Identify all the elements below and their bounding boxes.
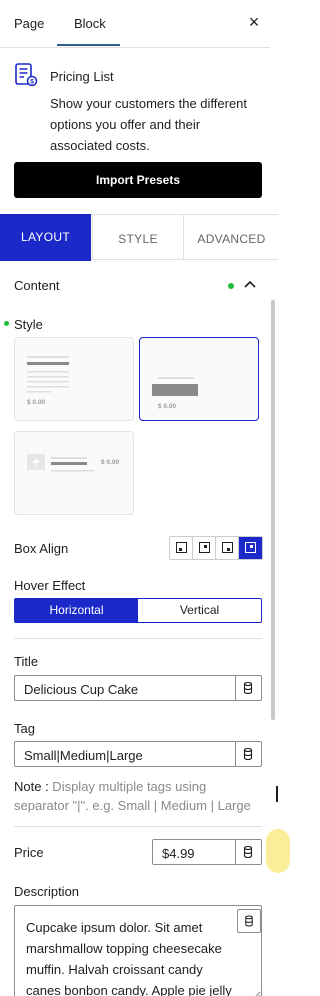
dynamic-data-button[interactable] [235, 742, 261, 766]
price-label: Price [14, 845, 44, 860]
preset-3-thumbnail: $ 0.00 [27, 454, 119, 472]
align-dot-icon [227, 548, 230, 551]
tab-layout[interactable]: LAYOUT [0, 214, 91, 261]
tab-page[interactable]: Page [14, 16, 44, 31]
style-label: Style [14, 317, 43, 332]
title-field[interactable]: Delicious Cup Cake [14, 675, 262, 701]
close-icon[interactable]: × [246, 12, 262, 32]
align-dot-icon [179, 548, 182, 551]
hover-horizontal-button[interactable]: Horizontal [15, 599, 138, 622]
tab-style[interactable]: STYLE [92, 215, 184, 260]
tag-value: Small|Medium|Large [24, 748, 143, 763]
database-icon [243, 845, 253, 859]
align-dot-icon [204, 545, 207, 548]
style-preset-1[interactable]: $ 0.00 [14, 337, 134, 421]
preset-1-thumbnail: $ 0.00 [27, 356, 69, 406]
active-tab-indicator [57, 44, 120, 46]
scrollbar-thumb[interactable] [271, 300, 275, 720]
tag-note-label: Note : [14, 779, 49, 794]
block-description: Show your customers the different option… [50, 96, 248, 153]
align-top-right-button[interactable] [193, 537, 216, 559]
dynamic-data-button[interactable] [235, 840, 261, 864]
content-section-toggle[interactable]: Content [14, 278, 60, 293]
cursor-highlight [266, 829, 290, 873]
divider [14, 638, 262, 639]
status-dot [4, 321, 9, 326]
sidebar-tabs: Page Block × [0, 0, 270, 48]
price-value: $4.99 [162, 846, 195, 861]
box-align-label: Box Align [14, 541, 69, 556]
hover-vertical-button[interactable]: Vertical [138, 599, 261, 622]
pricing-list-icon: $ [15, 63, 38, 87]
style-preset-3[interactable]: $ 0.00 [14, 431, 134, 515]
database-icon [245, 915, 253, 927]
align-top-right-active-button[interactable] [239, 537, 262, 559]
tag-label: Tag [14, 721, 35, 736]
svg-text:$: $ [30, 79, 34, 86]
preset-3-price: $ 0.00 [101, 459, 119, 466]
text-cursor-icon [276, 786, 278, 802]
hover-effect-toggle: Horizontal Vertical [14, 598, 262, 623]
preset-1-price: $ 0.00 [27, 399, 45, 406]
align-dot-icon [250, 545, 253, 548]
style-preset-2[interactable]: $ 0.00 [139, 337, 259, 421]
description-value: Cupcake ipsum dolor. Sit amet marshmallo… [26, 920, 232, 996]
dynamic-data-button[interactable] [237, 909, 261, 933]
status-dot [228, 283, 234, 289]
resize-handle-icon[interactable] [253, 991, 261, 996]
dynamic-data-button[interactable] [235, 676, 261, 700]
price-field[interactable]: $4.99 [152, 839, 262, 865]
database-icon [243, 681, 253, 695]
database-icon [243, 747, 253, 761]
panel-tabs: LAYOUT STYLE ADVANCED [0, 214, 278, 261]
title-value: Delicious Cup Cake [24, 682, 139, 697]
tag-note: Note : Display multiple tags using separ… [14, 777, 264, 815]
title-label: Title [14, 654, 39, 669]
import-presets-button[interactable]: Import Presets [14, 162, 262, 198]
description-label: Description [14, 884, 80, 899]
preset-2-price: $ 0.00 [158, 403, 176, 410]
preset-2-thumbnail: $ 0.00 [152, 377, 198, 410]
chevron-up-icon[interactable] [243, 278, 257, 292]
description-field[interactable]: Cupcake ipsum dolor. Sit amet marshmallo… [14, 905, 262, 996]
hover-effect-label: Hover Effect [14, 578, 86, 593]
divider [14, 826, 262, 827]
tab-advanced[interactable]: ADVANCED [185, 215, 278, 260]
tag-note-text: Display multiple tags using separator "|… [14, 779, 251, 813]
align-bottom-right-button[interactable] [216, 537, 239, 559]
align-bottom-left-button[interactable] [170, 537, 193, 559]
tab-block[interactable]: Block [74, 16, 106, 31]
box-align-control [169, 536, 263, 560]
tag-field[interactable]: Small|Medium|Large [14, 741, 262, 767]
block-title: Pricing List [50, 69, 114, 84]
